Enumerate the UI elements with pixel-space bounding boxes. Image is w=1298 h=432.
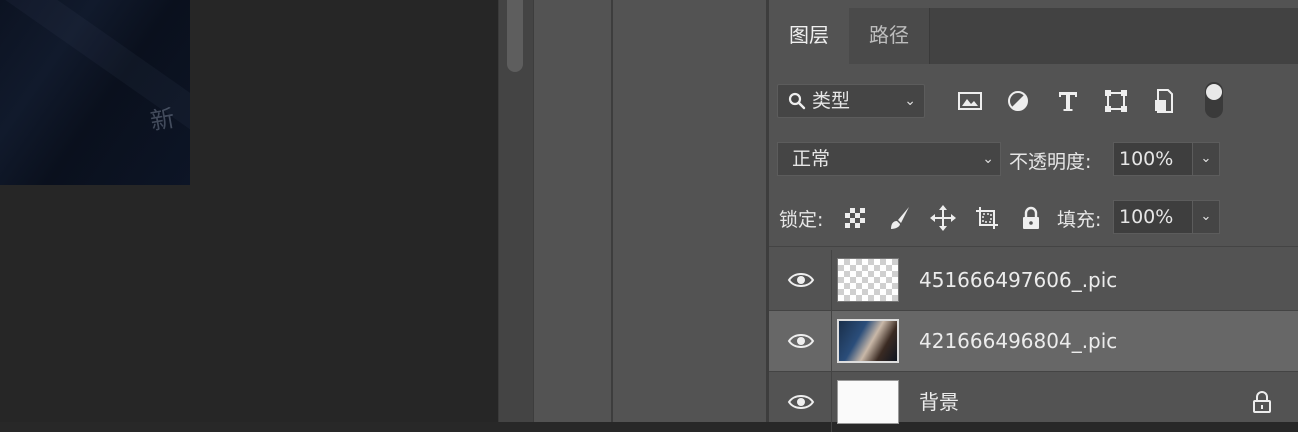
- filter-kind-select[interactable]: 类型 ⌄: [777, 84, 925, 118]
- opacity-label: 不透明度:: [1009, 151, 1092, 173]
- eye-icon[interactable]: [787, 390, 815, 414]
- row-divider: [831, 250, 832, 310]
- lock-image-pixels-icon[interactable]: [885, 204, 913, 232]
- row-divider: [831, 311, 832, 371]
- collapsed-panel-dock-2: [611, 0, 768, 422]
- layer-name[interactable]: 451666497606_.pic: [919, 250, 1117, 310]
- eye-icon[interactable]: [787, 268, 815, 292]
- scrollbar-thumb[interactable]: [507, 0, 523, 72]
- layer-row[interactable]: 421666496804_.pic: [769, 311, 1298, 372]
- chevron-down-icon: ⌄: [904, 93, 916, 109]
- lock-position-icon[interactable]: [929, 204, 957, 232]
- layer-thumbnail: [837, 319, 899, 363]
- layer-lock-icon: [1253, 391, 1271, 413]
- lock-row: 锁定: 填充: 100% ⌄: [769, 190, 1298, 247]
- opacity-input[interactable]: 100%: [1113, 142, 1193, 176]
- lock-transparent-pixels-icon[interactable]: [841, 204, 869, 232]
- canvas-area[interactable]: 新: [0, 0, 498, 422]
- blend-mode-select[interactable]: 正常 ⌄: [777, 142, 1001, 176]
- lock-label: 锁定:: [779, 209, 824, 231]
- panel-tab-bar: 图层 路径: [769, 8, 1298, 64]
- smart-object-filter-icon[interactable]: [1149, 86, 1179, 116]
- layer-name[interactable]: 背景: [919, 372, 959, 432]
- filter-kind-label: 类型: [812, 90, 851, 112]
- layer-thumbnail: [837, 380, 899, 424]
- tab-layers[interactable]: 图层: [769, 8, 849, 64]
- canvas-vertical-scrollbar[interactable]: [498, 0, 533, 422]
- type-filter-icon[interactable]: [1053, 86, 1083, 116]
- chevron-down-icon: ⌄: [982, 151, 994, 167]
- layer-thumbnail: [837, 258, 899, 302]
- opacity-dropdown-button[interactable]: ⌄: [1192, 142, 1220, 176]
- fill-label: 填充:: [1057, 209, 1102, 231]
- tab-divider: [929, 8, 930, 64]
- layer-row[interactable]: 451666497606_.pic: [769, 250, 1298, 311]
- lock-artboard-icon[interactable]: [973, 204, 1001, 232]
- layer-row[interactable]: 背景: [769, 372, 1298, 432]
- collapsed-panel-dock-1: [533, 0, 611, 422]
- toggle-knob: [1206, 84, 1222, 100]
- fill-dropdown-button[interactable]: ⌄: [1192, 200, 1220, 234]
- filter-toggle-switch[interactable]: [1205, 82, 1223, 118]
- document-image[interactable]: 新: [0, 0, 190, 185]
- layer-filter-row: 类型 ⌄: [769, 74, 1298, 128]
- layers-panel: 图层 路径 类型 ⌄ 正常 ⌄ 不透明度: 100% ⌄ 锁定: 填充: 100…: [769, 0, 1298, 432]
- adjustment-filter-icon[interactable]: [1003, 86, 1033, 116]
- lock-all-icon[interactable]: [1017, 204, 1045, 232]
- image-filter-icon[interactable]: [955, 86, 985, 116]
- eye-icon[interactable]: [787, 329, 815, 353]
- fill-input[interactable]: 100%: [1113, 200, 1193, 234]
- tab-paths[interactable]: 路径: [849, 8, 929, 64]
- blend-mode-row: 正常 ⌄ 不透明度: 100% ⌄: [769, 134, 1298, 184]
- layer-name[interactable]: 421666496804_.pic: [919, 311, 1117, 371]
- search-icon: [788, 92, 806, 110]
- row-divider: [831, 372, 832, 432]
- blend-mode-value: 正常: [792, 148, 831, 170]
- shape-filter-icon[interactable]: [1101, 86, 1131, 116]
